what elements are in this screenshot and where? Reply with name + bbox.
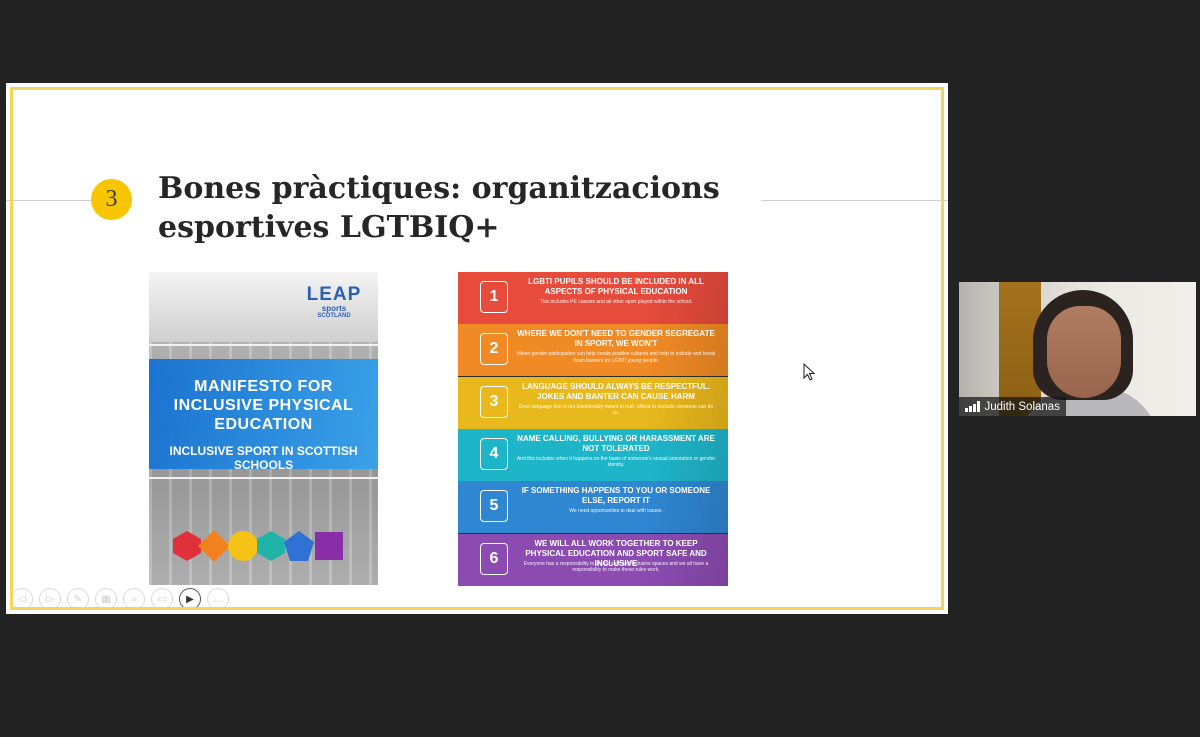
participant-name: Judith Solanas xyxy=(984,400,1060,413)
title-rule-right xyxy=(761,200,948,201)
logo-sub1: sports xyxy=(321,304,347,313)
next-icon[interactable]: ▷ xyxy=(39,588,61,610)
rule-number-icon: 4 xyxy=(480,437,508,470)
rule-number-icon: 3 xyxy=(480,385,508,418)
purple-square-shape xyxy=(315,532,343,560)
rule-number-icon: 5 xyxy=(480,490,508,523)
rule-number-icon: 1 xyxy=(480,281,508,313)
manifesto-poster-image: LEAP sports SCOTLAND MANIFESTO FOR INCLU… xyxy=(149,272,378,585)
logo-sub2: SCOTLAND xyxy=(317,313,351,319)
poster-stripe xyxy=(149,344,378,346)
slide-title: Bones pràctiques: organitzacions esporti… xyxy=(158,171,720,245)
subtitles-icon[interactable]: ▭ xyxy=(151,588,173,610)
participant-face xyxy=(1047,306,1121,398)
rule-row: 2 Where we don't need to gender segregate… xyxy=(458,324,728,377)
rule-headline: If something happens to you or someone e… xyxy=(521,486,711,506)
inclusion-rules-infographic: 1 LGBTI pupils should be included in all … xyxy=(458,272,728,586)
blue-pentagon-shape xyxy=(284,531,314,561)
rule-row: 6 We will all work together to keep physi… xyxy=(458,533,728,586)
rule-number-icon: 6 xyxy=(480,542,508,575)
rule-headline: Language should always be respectful. Jo… xyxy=(522,381,710,401)
rule-row: 5 If something happens to you or someone … xyxy=(458,481,728,534)
rainbow-shapes xyxy=(171,530,361,564)
rule-body: This includes PE classes and all other s… xyxy=(539,299,693,305)
pen-icon[interactable]: ✎ xyxy=(67,588,89,610)
rule-headline: Name calling, bullying or harassment are… xyxy=(517,433,715,453)
rule-body: Mixed gender participation can help crea… xyxy=(516,351,716,364)
leap-sports-logo: LEAP sports SCOTLAND xyxy=(304,284,364,320)
video-icon[interactable]: ▶ xyxy=(179,588,201,610)
rule-headline: LGBTI pupils should be included in all a… xyxy=(528,277,704,296)
participant-video-tile[interactable]: Judith Solanas xyxy=(959,282,1196,416)
rule-row: 3 Language should always be respectful. J… xyxy=(458,376,728,429)
poster-stripe xyxy=(149,477,378,479)
zoom-icon[interactable]: ⌕ xyxy=(123,588,145,610)
grid-icon[interactable]: ▦ xyxy=(95,588,117,610)
orange-diamond-shape xyxy=(198,530,230,562)
more-icon[interactable]: … xyxy=(207,588,229,610)
rule-body: Even language that is not intentionally … xyxy=(518,403,714,417)
rule-row: 1 LGBTI pupils should be included in all … xyxy=(458,272,728,324)
title-rule-left xyxy=(6,200,96,201)
participant-name-label: Judith Solanas xyxy=(959,397,1066,416)
poster-heading-band: MANIFESTO FOR INCLUSIVE PHYSICAL EDUCATI… xyxy=(149,359,378,472)
poster-heading: MANIFESTO FOR INCLUSIVE PHYSICAL EDUCATI… xyxy=(173,378,354,433)
step-badge: 3 xyxy=(91,179,132,220)
connection-signal-icon xyxy=(965,401,980,412)
slide-controls: ◁ ▷ ✎ ▦ ⌕ ▭ ▶ … xyxy=(11,588,229,610)
rule-headline: Where we don't need to gender segregate … xyxy=(517,329,715,349)
presentation-slide: 3 Bones pràctiques: organitzacions espor… xyxy=(6,83,948,614)
rule-number-icon: 2 xyxy=(480,333,508,366)
logo-brand: LEAP xyxy=(306,284,362,305)
rule-body: Everyone has a responsibility to create … xyxy=(523,560,709,574)
poster-subheading: INCLUSIVE SPORT IN SCOTTISH SCHOOLS xyxy=(169,444,358,472)
prev-icon[interactable]: ◁ xyxy=(11,588,33,610)
rule-body: We need opportunities to deal with issue… xyxy=(569,508,663,515)
rule-row: 4 Name calling, bullying or harassment ar… xyxy=(458,428,728,481)
mouse-cursor-icon xyxy=(803,363,815,381)
rule-body: And this includes when it happens on the… xyxy=(516,455,716,469)
